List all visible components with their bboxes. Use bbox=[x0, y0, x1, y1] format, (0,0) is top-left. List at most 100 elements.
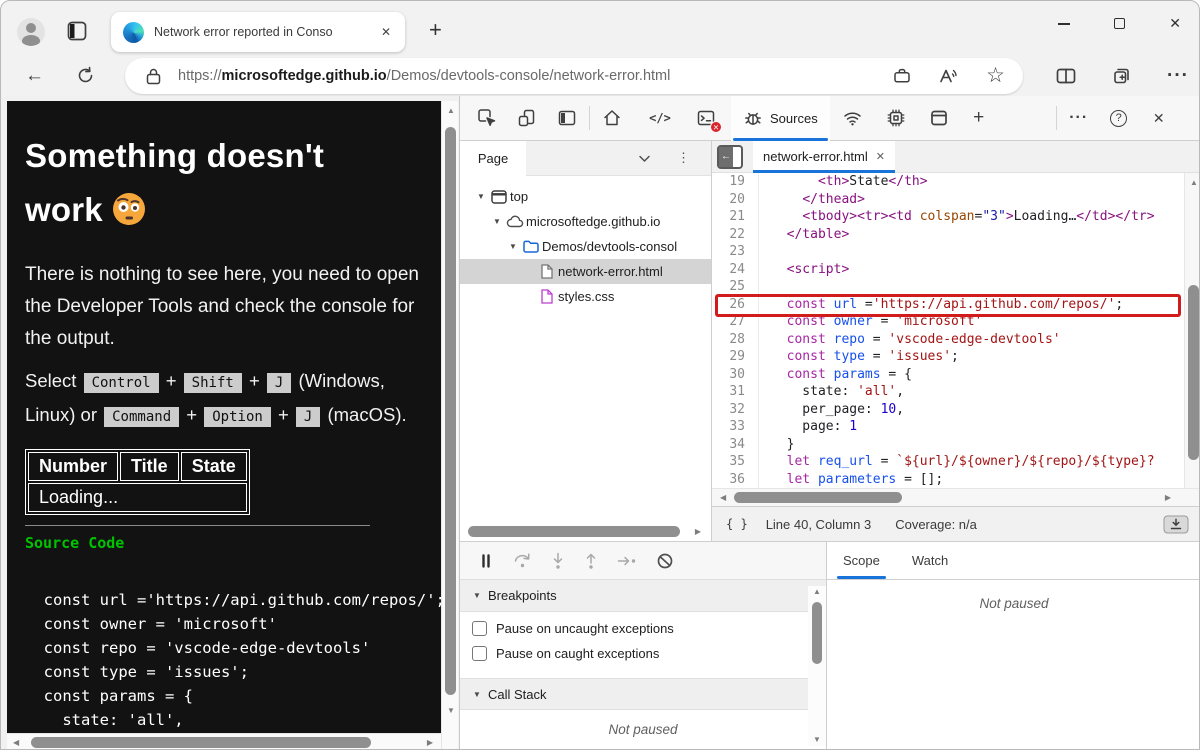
code-text[interactable]: const owner = 'microsoft' bbox=[758, 313, 1200, 331]
expander-icon[interactable]: ▼ bbox=[490, 217, 504, 226]
code-line[interactable]: 29 const type = 'issues'; bbox=[712, 348, 1200, 366]
maximize-button[interactable] bbox=[1114, 18, 1125, 29]
sources-tab[interactable]: Sources bbox=[731, 96, 830, 141]
line-number[interactable]: 27 bbox=[712, 313, 758, 331]
step-button[interactable] bbox=[617, 554, 637, 568]
code-line[interactable]: 19 <th>State</th> bbox=[712, 173, 1200, 191]
split-screen-icon[interactable] bbox=[1055, 66, 1077, 86]
code-line[interactable]: 25 bbox=[712, 278, 1200, 296]
favorite-star-button[interactable]: ☆ bbox=[986, 65, 1005, 86]
navigator-toggle-button[interactable]: ← bbox=[717, 145, 743, 169]
pause-button[interactable] bbox=[478, 553, 494, 569]
code-text[interactable]: let parameters = []; bbox=[758, 471, 1200, 489]
line-number[interactable]: 31 bbox=[712, 383, 758, 401]
scroll-thumb[interactable] bbox=[468, 526, 680, 537]
code-text[interactable]: <script> bbox=[758, 261, 1200, 279]
scroll-right-arrow[interactable]: ▶ bbox=[695, 528, 701, 536]
chevron-down-icon[interactable] bbox=[638, 154, 651, 163]
customize-devtools-button[interactable]: ··· bbox=[1064, 103, 1094, 133]
line-number[interactable]: 29 bbox=[712, 348, 758, 366]
address-bar[interactable]: https://microsoftedge.github.io/Demos/de… bbox=[125, 58, 1023, 94]
code-text[interactable]: </thead> bbox=[758, 191, 1200, 209]
line-number[interactable]: 25 bbox=[712, 278, 758, 296]
editor-tab[interactable]: network-error.html ✕ bbox=[753, 141, 895, 173]
code-area[interactable]: 19 <th>State</th>20 </thead>21 <tbody><t… bbox=[712, 173, 1200, 488]
step-over-button[interactable] bbox=[513, 552, 532, 569]
code-text[interactable]: let req_url = `${url}/${owner}/${repo}/$… bbox=[758, 453, 1200, 471]
scroll-left-arrow[interactable]: ◀ bbox=[13, 739, 19, 747]
code-line[interactable]: 23 bbox=[712, 243, 1200, 261]
pretty-print-button[interactable]: { } bbox=[726, 517, 748, 531]
scroll-thumb[interactable] bbox=[812, 602, 822, 664]
scroll-thumb[interactable] bbox=[734, 492, 902, 503]
tab-scope[interactable]: Scope bbox=[827, 541, 896, 579]
code-line[interactable]: 34 } bbox=[712, 436, 1200, 454]
page-horizontal-scrollbar[interactable]: ◀ ▶ bbox=[7, 733, 441, 750]
editor-tab-close[interactable]: ✕ bbox=[876, 150, 885, 163]
panel-layout-button[interactable] bbox=[552, 103, 582, 133]
code-line[interactable]: 35 let req_url = `${url}/${owner}/${repo… bbox=[712, 453, 1200, 471]
new-tab-button[interactable]: + bbox=[425, 18, 446, 42]
line-number[interactable]: 23 bbox=[712, 243, 758, 261]
line-number[interactable]: 34 bbox=[712, 436, 758, 454]
expander-icon[interactable]: ▼ bbox=[506, 242, 520, 251]
code-text[interactable]: const params = { bbox=[758, 366, 1200, 384]
tab-watch[interactable]: Watch bbox=[896, 541, 964, 579]
tree-item-demos-devtools-consol[interactable]: ▼Demos/devtools-consol bbox=[460, 234, 711, 259]
code-text[interactable] bbox=[758, 278, 1200, 296]
line-number[interactable]: 24 bbox=[712, 261, 758, 279]
checkbox-unchecked[interactable] bbox=[472, 621, 487, 636]
page-vertical-scrollbar[interactable]: ▲ ▼ bbox=[441, 101, 458, 750]
code-line[interactable]: 24 <script> bbox=[712, 261, 1200, 279]
url-text[interactable]: https://microsoftedge.github.io/Demos/de… bbox=[178, 68, 892, 84]
code-text[interactable] bbox=[758, 243, 1200, 261]
welcome-tab[interactable] bbox=[597, 103, 627, 133]
download-button[interactable] bbox=[1163, 515, 1189, 534]
code-line[interactable]: 33 page: 1 bbox=[712, 418, 1200, 436]
code-text[interactable]: const repo = 'vscode-edge-devtools' bbox=[758, 331, 1200, 349]
tab-close-button[interactable]: ✕ bbox=[377, 23, 395, 41]
code-line[interactable]: 20 </thead> bbox=[712, 191, 1200, 209]
code-text[interactable]: per_page: 10, bbox=[758, 401, 1200, 419]
code-text[interactable]: </table> bbox=[758, 226, 1200, 244]
tree-item-styles-css[interactable]: styles.css bbox=[460, 284, 711, 309]
code-line[interactable]: 32 per_page: 10, bbox=[712, 401, 1200, 419]
scroll-down-arrow[interactable]: ▼ bbox=[447, 707, 455, 715]
help-button[interactable]: ? bbox=[1104, 103, 1134, 133]
code-text[interactable]: const url ='https://api.github.com/repos… bbox=[758, 296, 1200, 314]
step-out-button[interactable] bbox=[584, 552, 598, 570]
checkbox-unchecked[interactable] bbox=[472, 646, 487, 661]
code-line[interactable]: 21 <tbody><tr><td colspan="3">Loading…</… bbox=[712, 208, 1200, 226]
scroll-up-arrow[interactable]: ▲ bbox=[447, 107, 455, 115]
exception-checkbox-row[interactable]: Pause on uncaught exceptions bbox=[460, 616, 826, 641]
close-window-button[interactable]: ✕ bbox=[1169, 15, 1181, 32]
line-number[interactable]: 30 bbox=[712, 366, 758, 384]
deactivate-breakpoints-button[interactable] bbox=[656, 552, 674, 570]
tree-item-top[interactable]: ▼top bbox=[460, 184, 711, 209]
code-line[interactable]: 28 const repo = 'vscode-edge-devtools' bbox=[712, 331, 1200, 349]
scroll-down-arrow[interactable]: ▼ bbox=[813, 736, 821, 744]
line-number[interactable]: 35 bbox=[712, 453, 758, 471]
code-line[interactable]: 22 </table> bbox=[712, 226, 1200, 244]
tree-item-network-error-html[interactable]: network-error.html bbox=[460, 259, 711, 284]
step-into-button[interactable] bbox=[551, 552, 565, 570]
code-text[interactable]: const type = 'issues'; bbox=[758, 348, 1200, 366]
code-line[interactable]: 36 let parameters = []; bbox=[712, 471, 1200, 489]
scroll-thumb[interactable] bbox=[445, 127, 456, 695]
scroll-thumb[interactable] bbox=[1188, 285, 1199, 460]
scroll-thumb[interactable] bbox=[31, 737, 371, 748]
inspect-button[interactable] bbox=[472, 103, 502, 133]
debugger-vertical-scrollbar[interactable]: ▲ ▼ bbox=[808, 586, 826, 746]
device-emulation-button[interactable] bbox=[512, 103, 542, 133]
scroll-right-arrow[interactable]: ▶ bbox=[1165, 494, 1171, 502]
line-number[interactable]: 28 bbox=[712, 331, 758, 349]
code-text[interactable]: page: 1 bbox=[758, 418, 1200, 436]
performance-tab[interactable] bbox=[881, 103, 911, 133]
refresh-button[interactable] bbox=[76, 66, 95, 85]
editor-vertical-scrollbar[interactable]: ▲ bbox=[1184, 173, 1200, 488]
scroll-right-arrow[interactable]: ▶ bbox=[427, 739, 433, 747]
line-number[interactable]: 26 bbox=[712, 296, 758, 314]
line-number[interactable]: 20 bbox=[712, 191, 758, 209]
code-text[interactable]: } bbox=[758, 436, 1200, 454]
read-aloud-icon[interactable] bbox=[938, 66, 960, 86]
